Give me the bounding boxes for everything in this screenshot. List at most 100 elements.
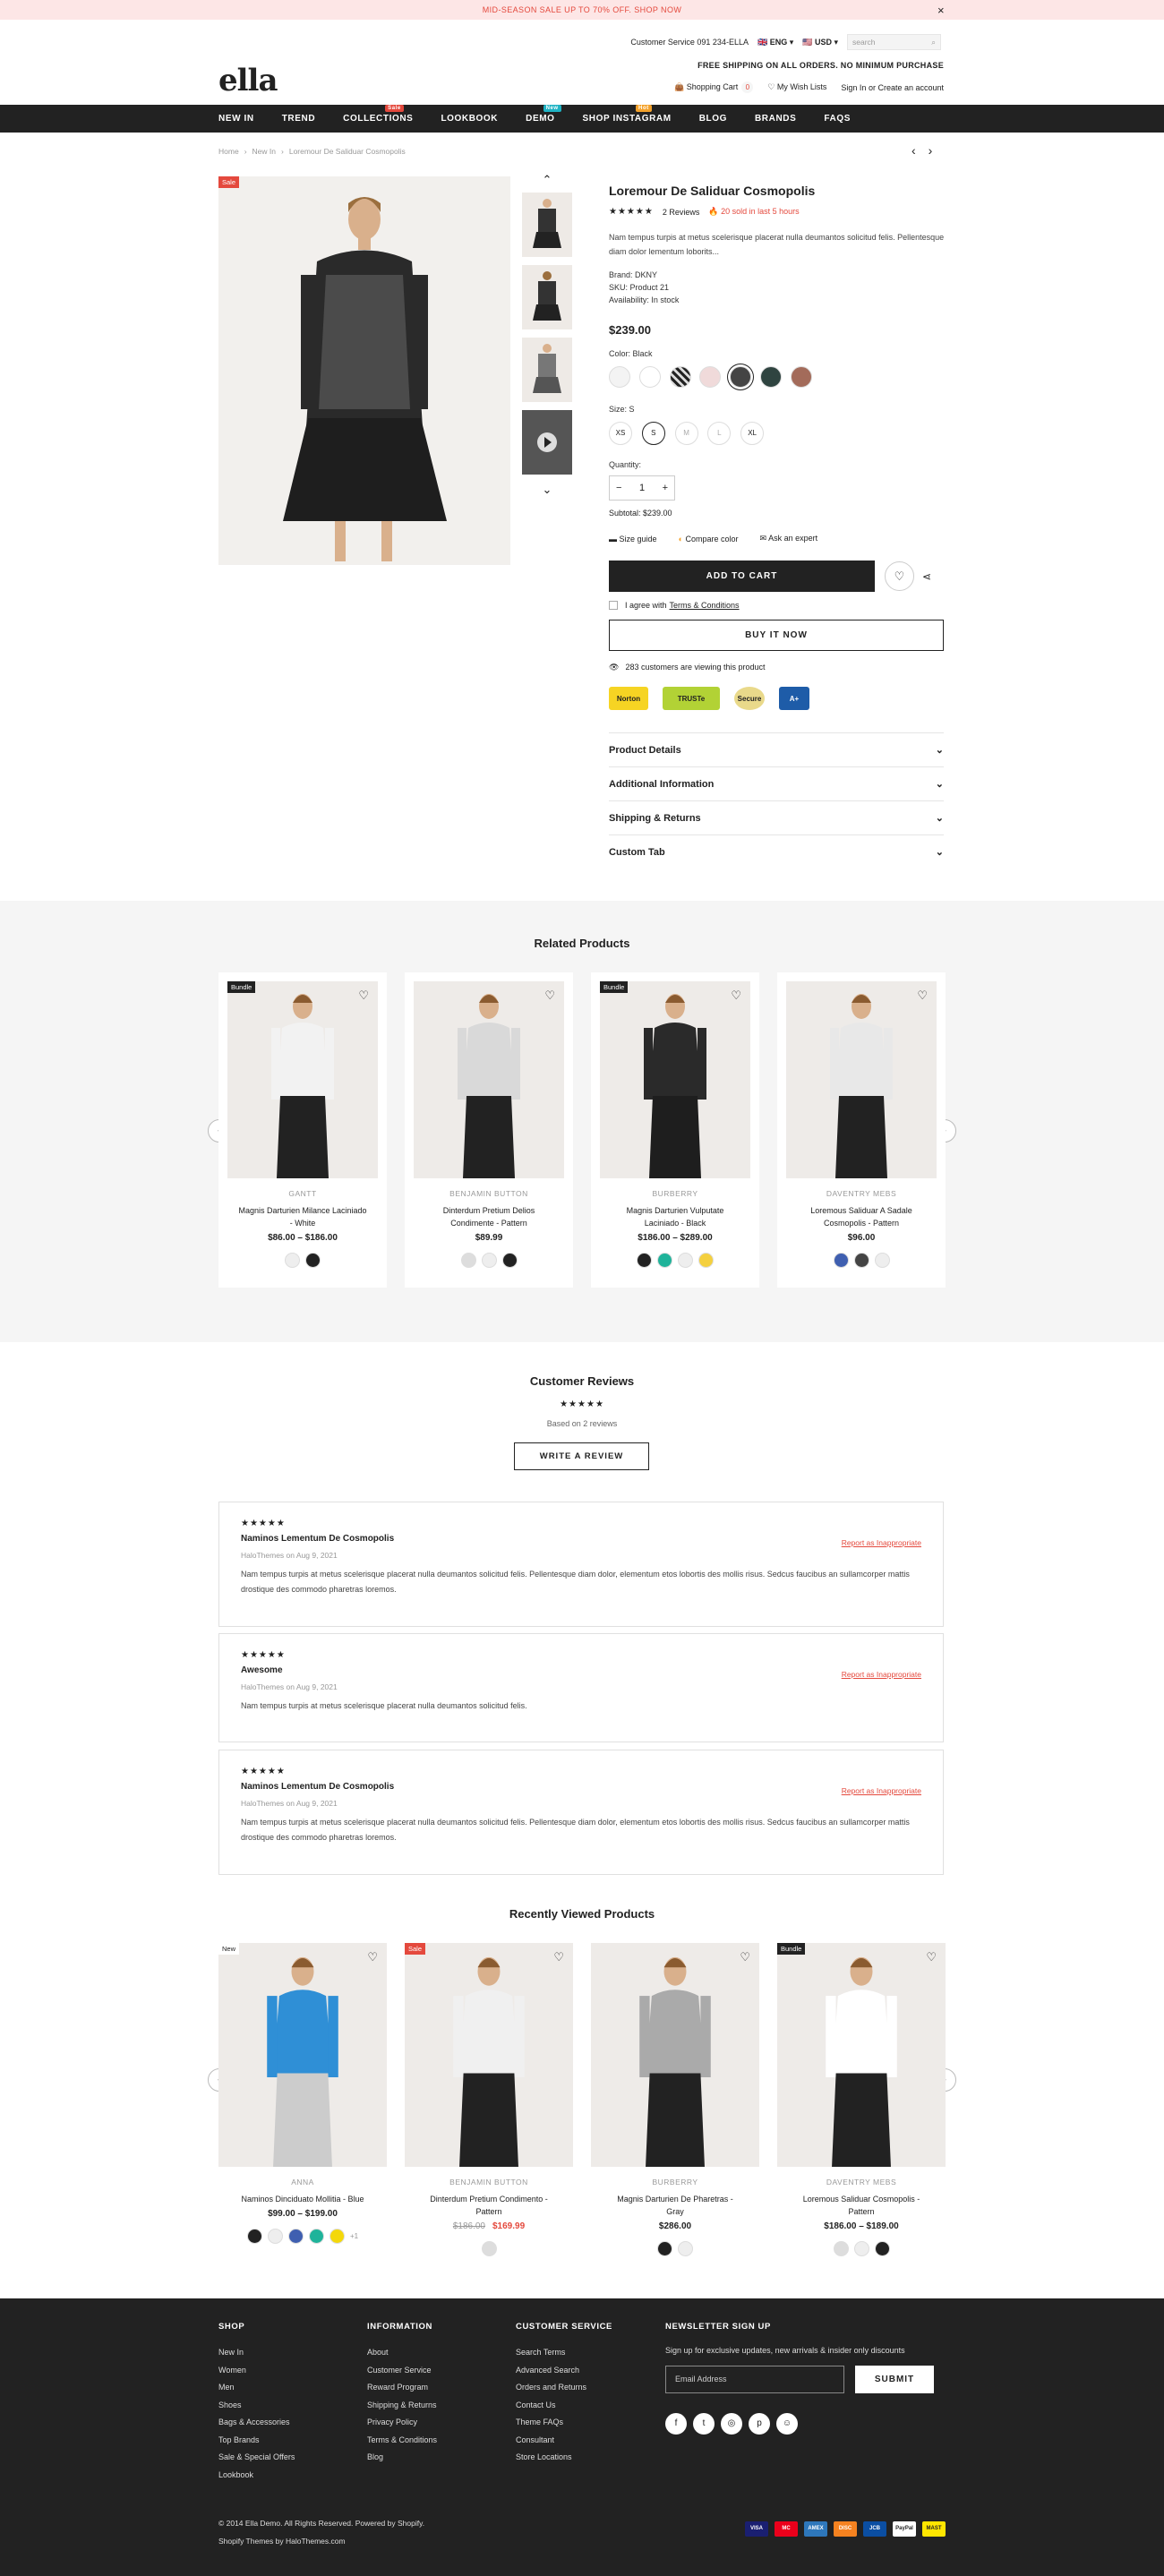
search-input[interactable]: search ⌕ bbox=[847, 34, 941, 50]
currency-select[interactable]: 🇺🇸 USD ▾ bbox=[802, 38, 838, 47]
product-name[interactable]: Loremous Saliduar Cosmopolis - Pattern bbox=[777, 2193, 946, 2218]
close-icon[interactable]: × bbox=[937, 4, 945, 17]
heart-icon[interactable]: ♡ bbox=[917, 988, 928, 1003]
compare-color-link[interactable]: ◐ Compare color bbox=[679, 535, 739, 543]
product-card[interactable]: Bundle ♡ GANTT Magnis Darturien Milance Lac… bbox=[218, 972, 387, 1288]
footer-link[interactable]: Women bbox=[218, 2362, 295, 2380]
product-image[interactable]: ♡ bbox=[786, 981, 937, 1178]
product-name[interactable]: Magnis Darturien De Pharetras - Gray bbox=[591, 2193, 759, 2218]
color-swatch[interactable] bbox=[638, 366, 661, 388]
footer-link[interactable]: About bbox=[367, 2344, 437, 2362]
nav-item[interactable]: BLOG bbox=[699, 114, 727, 124]
crumb-home[interactable]: Home bbox=[218, 147, 239, 156]
product-name[interactable]: Dinterdum Pretium Delios Condimente - Pa… bbox=[405, 1204, 573, 1229]
nav-item[interactable]: TREND bbox=[282, 114, 315, 124]
color-swatch[interactable] bbox=[657, 2241, 672, 2256]
report-link[interactable]: Report as Inappropriate bbox=[842, 1670, 921, 1679]
write-review-button[interactable]: WRITE A REVIEW bbox=[514, 1442, 649, 1470]
color-swatch[interactable] bbox=[853, 2241, 869, 2256]
thumb-down-icon[interactable]: ⌄ bbox=[522, 483, 572, 497]
heart-icon[interactable]: ♡ bbox=[367, 1950, 378, 1964]
heart-icon[interactable]: ♡ bbox=[926, 1950, 937, 1964]
product-name[interactable]: Loremous Saliduar A Sadale Cosmopolis - … bbox=[777, 1204, 946, 1229]
footer-link[interactable]: Shipping & Returns bbox=[367, 2397, 437, 2415]
search-icon[interactable]: ⌕ bbox=[931, 38, 936, 47]
color-swatch[interactable] bbox=[308, 2229, 324, 2244]
product-image[interactable]: Bundle ♡ bbox=[777, 1943, 946, 2167]
promo-bar[interactable]: MID-SEASON SALE UP TO 70% OFF. SHOP NOW … bbox=[0, 0, 1164, 20]
heart-icon[interactable]: ♡ bbox=[731, 988, 741, 1003]
terms-checkbox[interactable] bbox=[609, 601, 618, 610]
thumbnail[interactable] bbox=[522, 265, 572, 329]
heart-icon[interactable]: ♡ bbox=[553, 1950, 564, 1964]
video-thumbnail[interactable] bbox=[522, 410, 572, 475]
size-option-selected[interactable]: S bbox=[641, 422, 665, 445]
color-swatch[interactable] bbox=[481, 2241, 497, 2256]
color-swatch[interactable] bbox=[501, 1253, 518, 1268]
color-swatch[interactable] bbox=[678, 2241, 693, 2256]
color-swatch[interactable] bbox=[874, 1253, 890, 1268]
wishlist-link[interactable]: ♡ My Wish Lists bbox=[767, 82, 826, 92]
color-swatch[interactable] bbox=[833, 1253, 849, 1268]
size-option-disabled[interactable]: L bbox=[707, 422, 732, 445]
submit-button[interactable]: SUBMIT bbox=[855, 2366, 934, 2393]
add-to-cart-button[interactable]: ADD TO CART bbox=[609, 561, 875, 592]
product-card[interactable]: ♡ BENJAMIN BUTTON Dinterdum Pretium Delios… bbox=[405, 972, 573, 1288]
accordion-product-details[interactable]: Product Details ⌄ bbox=[609, 732, 944, 766]
color-swatch[interactable] bbox=[329, 2229, 345, 2244]
promo-text[interactable]: MID-SEASON SALE UP TO 70% OFF. SHOP NOW bbox=[483, 5, 682, 14]
next-product-icon[interactable]: › bbox=[929, 143, 933, 158]
color-swatch[interactable] bbox=[246, 2229, 262, 2244]
nav-item[interactable]: FAQS bbox=[824, 114, 851, 124]
color-swatch[interactable] bbox=[460, 1253, 476, 1268]
accordion-shipping-returns[interactable]: Shipping & Returns ⌄ bbox=[609, 800, 944, 834]
color-swatch[interactable] bbox=[657, 1253, 672, 1268]
product-card[interactable]: Bundle ♡ BURBERRY Magnis Darturien Vulputat… bbox=[591, 972, 759, 1288]
product-card[interactable]: New ♡ ANNA Naminos Dinciduato Mollitia - Bl… bbox=[218, 1943, 387, 2247]
quantity-value[interactable]: 1 bbox=[639, 483, 645, 493]
color-swatch[interactable] bbox=[698, 1253, 714, 1268]
nav-item[interactable]: LOOKBOOK bbox=[441, 114, 498, 124]
nav-item[interactable]: BRANDS bbox=[755, 114, 796, 124]
report-link[interactable]: Report as Inappropriate bbox=[842, 1538, 921, 1547]
color-swatch[interactable] bbox=[874, 2241, 890, 2256]
product-name[interactable]: Magnis Darturien Vulputate Laciniado - B… bbox=[591, 1204, 759, 1229]
accordion-custom-tab[interactable]: Custom Tab ⌄ bbox=[609, 834, 944, 869]
thumb-up-icon[interactable]: ⌃ bbox=[522, 173, 572, 193]
terms-link[interactable]: Terms & Conditions bbox=[670, 601, 740, 610]
footer-link[interactable]: Top Brands bbox=[218, 2432, 295, 2450]
twitter-icon[interactable]: t bbox=[693, 2413, 715, 2435]
color-swatch[interactable] bbox=[305, 1253, 321, 1268]
quantity-stepper[interactable]: − 1 + bbox=[609, 475, 675, 501]
product-image[interactable]: Bundle ♡ bbox=[600, 981, 750, 1178]
size-option[interactable]: XL bbox=[740, 422, 765, 445]
product-image[interactable]: ♡ bbox=[591, 1943, 759, 2167]
ask-expert-link[interactable]: ✉ Ask an expert bbox=[760, 534, 818, 543]
footer-link[interactable]: Customer Service bbox=[367, 2362, 437, 2380]
language-select[interactable]: 🇬🇧 ENG ▾ bbox=[757, 38, 793, 47]
color-swatch[interactable] bbox=[699, 366, 722, 388]
product-name[interactable]: Dinterdum Pretium Condimento - Pattern bbox=[405, 2193, 573, 2218]
footer-link[interactable]: Contact Us bbox=[516, 2397, 612, 2415]
product-card[interactable]: Bundle ♡ DAVENTRY MEBS Loremous Saliduar Co… bbox=[777, 1943, 946, 2256]
footer-link[interactable]: Bags & Accessories bbox=[218, 2414, 295, 2432]
color-swatch[interactable] bbox=[481, 1253, 497, 1268]
size-guide-link[interactable]: ▬ Size guide bbox=[609, 535, 657, 543]
footer-link[interactable]: Consultant bbox=[516, 2432, 612, 2450]
snapchat-icon[interactable]: ☺ bbox=[776, 2413, 798, 2435]
product-image[interactable]: Bundle ♡ bbox=[227, 981, 378, 1178]
color-swatch[interactable] bbox=[678, 1253, 693, 1268]
color-swatch-selected[interactable] bbox=[730, 366, 752, 388]
footer-link[interactable]: Sale & Special Offers bbox=[218, 2449, 295, 2467]
logo[interactable]: ella bbox=[218, 63, 278, 98]
themes-credit[interactable]: Shopify Themes by HaloThemes.com bbox=[218, 2537, 346, 2546]
product-name[interactable]: Magnis Darturien Milance Laciniado - Whi… bbox=[218, 1204, 387, 1229]
product-image[interactable]: New ♡ bbox=[218, 1943, 387, 2167]
nav-item[interactable]: DEMO New bbox=[526, 105, 561, 124]
heart-icon[interactable]: ♡ bbox=[740, 1950, 750, 1964]
instagram-icon[interactable]: ◎ bbox=[721, 2413, 742, 2435]
nav-item[interactable]: SHOP INSTAGRAM Hot bbox=[583, 105, 672, 124]
thumbnail[interactable] bbox=[522, 338, 572, 402]
footer-link[interactable]: Blog bbox=[367, 2449, 437, 2467]
plus-icon[interactable]: + bbox=[663, 483, 668, 493]
